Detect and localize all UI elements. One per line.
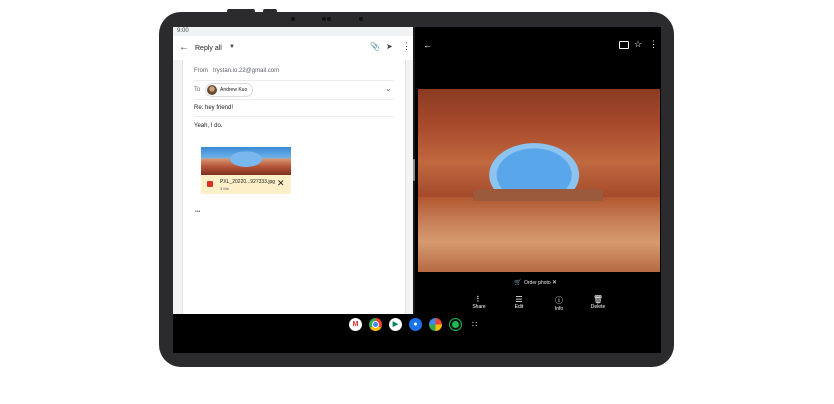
sensor [291, 17, 295, 21]
sensor-right [359, 17, 363, 21]
arrow-back-icon[interactable]: ← [179, 42, 189, 53]
attachment-filename: PXL_20220...927333.jpg [220, 179, 276, 185]
action-label: Edit [514, 304, 524, 310]
expand-recipients-icon[interactable]: ⌄ [385, 84, 392, 93]
gmail-pane: ← Reply all ▼ 📎 ➤ ⋮ From trystan.io.22@g… [173, 27, 413, 314]
photo-action-share[interactable]: ⠇ Share [467, 295, 491, 310]
photo-action-delete[interactable]: 🗑 Delete [586, 295, 610, 310]
divider [194, 80, 394, 81]
recipient-name: Andrew Kuo [220, 87, 248, 93]
info-icon: ⓘ [555, 296, 563, 305]
photos-app-icon[interactable] [429, 318, 442, 331]
order-photo-label: Order photo [524, 280, 551, 286]
chrome-app-icon[interactable] [369, 318, 382, 331]
app-shelf: M ▶ ● ∷ [173, 314, 661, 353]
front-camera-secondary [327, 17, 331, 21]
delete-icon: 🗑 [592, 295, 604, 304]
attachment-thumbnail [201, 147, 291, 175]
quoted-text-toggle[interactable]: ••• [195, 209, 200, 215]
from-value[interactable]: trystan.io.22@gmail.com [213, 68, 279, 74]
to-label: To [194, 87, 201, 93]
reply-mode-label[interactable]: Reply all [195, 45, 222, 52]
subject-field[interactable]: Re: hey friend! [194, 105, 233, 111]
power-button [263, 9, 277, 13]
tablet-screen: ← Reply all ▼ 📎 ➤ ⋮ From trystan.io.22@g… [173, 27, 661, 353]
cast-icon[interactable] [619, 41, 629, 49]
photos-pane: ← ☆ ⋮ 🛒 Order photo ✕ ⠇ Share ☰ Edit ⓘ I… [415, 27, 661, 314]
photo-foreground [418, 197, 660, 272]
dismiss-icon[interactable]: ✕ [552, 279, 557, 286]
chevron-down-icon[interactable]: ▼ [229, 44, 235, 50]
attachment-card[interactable]: PXL_20220...927333.jpg 3 Mb ✕ [201, 147, 291, 194]
divider [194, 116, 394, 117]
attachment-icon[interactable]: 📎 [370, 42, 380, 51]
share-icon: ⠇ [476, 295, 482, 304]
action-label: Share [472, 304, 486, 310]
from-label: From [194, 68, 208, 74]
attachment-info: PXL_20220...927333.jpg 3 Mb ✕ [201, 175, 291, 194]
compose-area: From trystan.io.22@gmail.com To Andrew K… [182, 60, 406, 314]
photo-action-edit[interactable]: ☰ Edit [507, 295, 531, 310]
avatar [207, 85, 217, 95]
edit-sliders-icon: ☰ [515, 295, 523, 304]
cart-icon: 🛒 [514, 280, 522, 286]
front-camera [322, 17, 326, 21]
status-time: 9:00 [177, 28, 189, 34]
star-icon[interactable]: ☆ [634, 39, 642, 50]
recipient-chip[interactable]: Andrew Kuo [205, 83, 253, 97]
gmail-app-icon[interactable]: M [349, 318, 362, 331]
app-launcher-icon[interactable]: ∷ [472, 320, 477, 329]
photo-action-info[interactable]: ⓘ Info [547, 295, 571, 312]
send-icon[interactable]: ➤ [386, 42, 393, 51]
remove-attachment-icon[interactable]: ✕ [277, 178, 285, 189]
photo-image[interactable] [418, 89, 660, 272]
attachment-thumbnail-arch [221, 147, 271, 169]
play-store-app-icon[interactable]: ▶ [389, 318, 402, 331]
more-vert-icon[interactable]: ⋮ [649, 39, 658, 50]
spotify-app-icon[interactable] [449, 318, 462, 331]
arrow-back-icon[interactable]: ← [423, 40, 432, 50]
camera-app-icon[interactable]: ● [409, 318, 422, 331]
attachment-size: 3 Mb [220, 186, 229, 191]
gmail-toolbar: ← Reply all ▼ 📎 ➤ ⋮ [173, 36, 413, 60]
image-file-icon [207, 181, 213, 187]
more-vert-icon[interactable]: ⋮ [402, 41, 411, 52]
body-text[interactable]: Yeah, I do. [194, 123, 222, 129]
divider [194, 99, 394, 100]
action-label: Delete [590, 304, 606, 310]
photo-mesa [473, 189, 603, 201]
volume-button [227, 9, 255, 13]
action-label: Info [554, 306, 564, 312]
